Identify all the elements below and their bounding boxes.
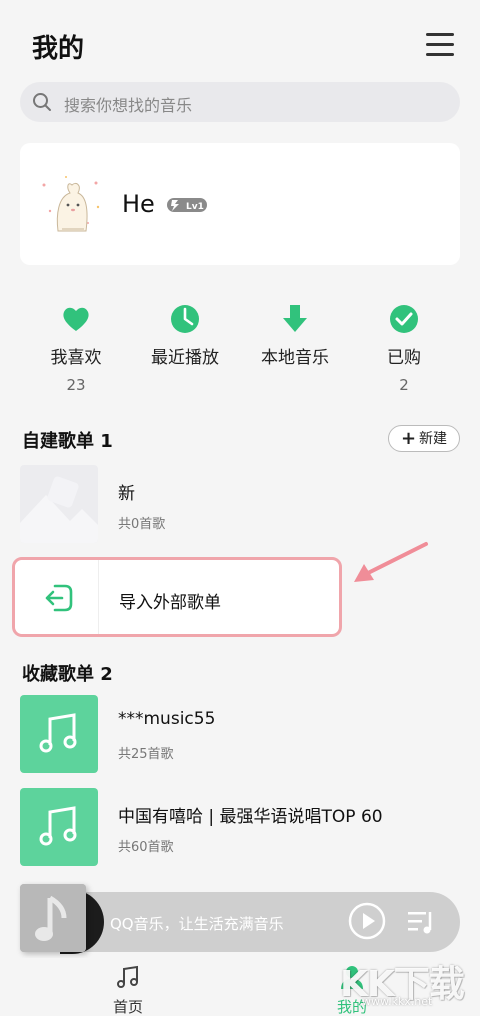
clock-icon: [171, 305, 199, 333]
stat-purchased[interactable]: 已购 2: [354, 304, 454, 394]
profile-card[interactable]: He Lv1: [20, 143, 460, 265]
stat-label: 本地音乐: [261, 348, 329, 368]
stat-label: 已购: [387, 348, 421, 368]
playlist-row[interactable]: 中国有嘻哈 | 最强华语说唱TOP 60 共60首歌: [20, 788, 460, 866]
username: He: [122, 190, 155, 218]
search-placeholder: 搜索你想找的音乐: [64, 96, 193, 115]
playlist-queue-icon[interactable]: [406, 908, 436, 936]
import-icon-box: [15, 560, 99, 634]
playlist-subtitle: 共60首歌: [118, 840, 174, 855]
level-badge: Lv1: [167, 198, 207, 212]
playlist-subtitle: 共0首歌: [118, 517, 166, 532]
playlist-placeholder-thumb: [20, 465, 98, 543]
hamburger-menu-icon[interactable]: [426, 33, 454, 57]
playlist-title: ***music55: [118, 709, 216, 729]
stat-label: 最近播放: [151, 348, 219, 368]
import-playlist-label: 导入外部歌单: [119, 593, 221, 613]
playlist-title: 新: [118, 484, 135, 504]
music-note-icon: [117, 965, 138, 988]
download-icon: [283, 305, 307, 332]
stat-recent[interactable]: 最近播放: [135, 304, 235, 394]
playlist-row[interactable]: 新 共0首歌: [20, 465, 460, 543]
page-title: 我的: [32, 34, 85, 64]
import-playlist-row[interactable]: 导入外部歌单: [12, 557, 342, 637]
search-icon: [33, 93, 51, 111]
stat-label: 我喜欢: [50, 348, 102, 368]
stat-liked[interactable]: 我喜欢 23: [26, 304, 126, 394]
import-icon: [45, 584, 73, 612]
created-playlists-title: 自建歌单 1: [22, 431, 113, 452]
playlist-subtitle: 共25首歌: [118, 747, 174, 762]
tab-home[interactable]: 首页: [78, 958, 178, 1016]
avatar[interactable]: [36, 171, 106, 237]
heart-icon: [63, 307, 89, 331]
player-cover-music-note-icon[interactable]: [20, 884, 86, 952]
stat-count: 23: [66, 376, 86, 394]
new-playlist-button[interactable]: + 新建: [388, 425, 460, 452]
annotation-arrow: [354, 542, 428, 582]
stat-count: [135, 376, 235, 394]
music-note-thumb-icon: [20, 695, 98, 773]
stat-local[interactable]: 本地音乐: [245, 304, 345, 394]
plus-icon: +: [400, 428, 417, 449]
new-button-label: 新建: [419, 431, 448, 447]
tab-label: 首页: [112, 998, 143, 1016]
stat-count: [245, 376, 345, 394]
collected-playlists-title: 收藏歌单 2: [22, 664, 113, 685]
check-circle-icon: [390, 305, 418, 333]
watermark: KK下载 www.kkx.net: [340, 955, 465, 1008]
watermark-url: www.kkx.net: [362, 995, 433, 1008]
playlist-title: 中国有嘻哈 | 最强华语说唱TOP 60: [118, 807, 383, 827]
stat-count: 2: [399, 376, 409, 394]
music-note-thumb-icon: [20, 788, 98, 866]
svg-text:Lv1: Lv1: [186, 202, 204, 212]
play-icon[interactable]: [348, 902, 386, 940]
player-slogan: QQ音乐，让生活充满音乐: [110, 915, 284, 933]
search-bar[interactable]: 搜索你想找的音乐: [20, 82, 460, 122]
playlist-row[interactable]: ***music55 共25首歌: [20, 695, 460, 773]
